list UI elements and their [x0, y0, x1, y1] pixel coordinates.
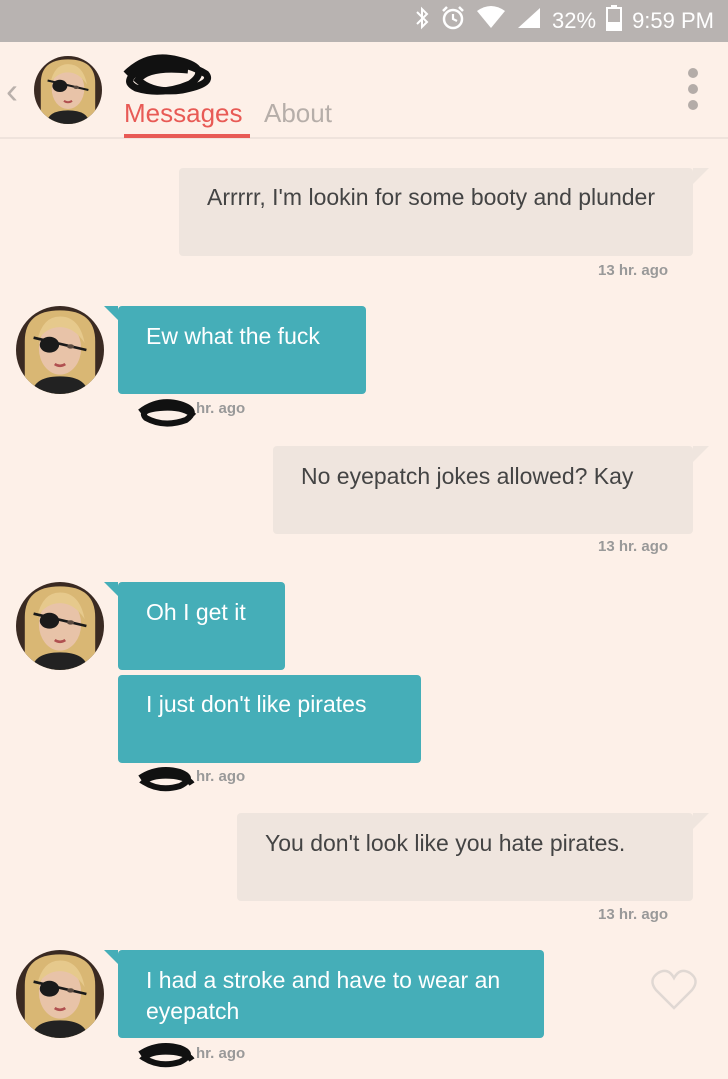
battery-percent: 32% — [552, 8, 597, 33]
redaction-scribble — [138, 1043, 195, 1068]
back-icon[interactable]: ‹ — [6, 70, 18, 112]
message-timestamp: 13 hr. ago — [598, 906, 669, 923]
redaction-scribble — [123, 54, 211, 95]
signal-icon — [516, 6, 542, 36]
active-tab-indicator — [124, 134, 250, 138]
avatar[interactable] — [16, 582, 104, 670]
alarm-icon — [440, 5, 466, 37]
clock: 9:59 PM — [632, 8, 714, 33]
avatar[interactable] — [16, 950, 104, 1038]
message-incoming: I just don't like pirates — [118, 675, 421, 763]
bluetooth-icon — [414, 6, 430, 36]
message-incoming: Oh I get it — [104, 582, 285, 670]
message-outgoing: No eyepatch jokes allowed? Kay — [273, 446, 709, 534]
wifi-icon — [476, 6, 506, 36]
avatar[interactable] — [16, 306, 104, 394]
more-options-icon[interactable] — [688, 68, 698, 110]
status-bar: 32% 9:59 PM — [0, 0, 728, 42]
message-outgoing: Arrrrr, I'm lookin for some booty and pl… — [179, 168, 709, 256]
message-incoming: I had a stroke and have to wear an eyepa… — [104, 950, 544, 1038]
message-incoming: Ew what the fuck — [104, 306, 366, 394]
redaction-scribble — [138, 399, 197, 427]
tab-messages[interactable]: Messages — [124, 98, 243, 129]
message-timestamp: 13 hr. ago — [598, 262, 669, 279]
message-timestamp: hr. ago — [196, 768, 246, 785]
message-timestamp: hr. ago — [196, 400, 246, 417]
battery-icon — [606, 5, 623, 37]
message-timestamp: 13 hr. ago — [598, 538, 669, 555]
tab-about[interactable]: About — [264, 98, 332, 129]
redaction-scribble — [138, 767, 195, 792]
like-heart-icon[interactable] — [650, 968, 698, 1017]
message-timestamp: hr. ago — [196, 1045, 246, 1062]
chat-header: ‹ Messages About — [0, 42, 728, 139]
avatar[interactable] — [34, 56, 102, 124]
message-outgoing: You don't look like you hate pirates. — [237, 813, 709, 901]
